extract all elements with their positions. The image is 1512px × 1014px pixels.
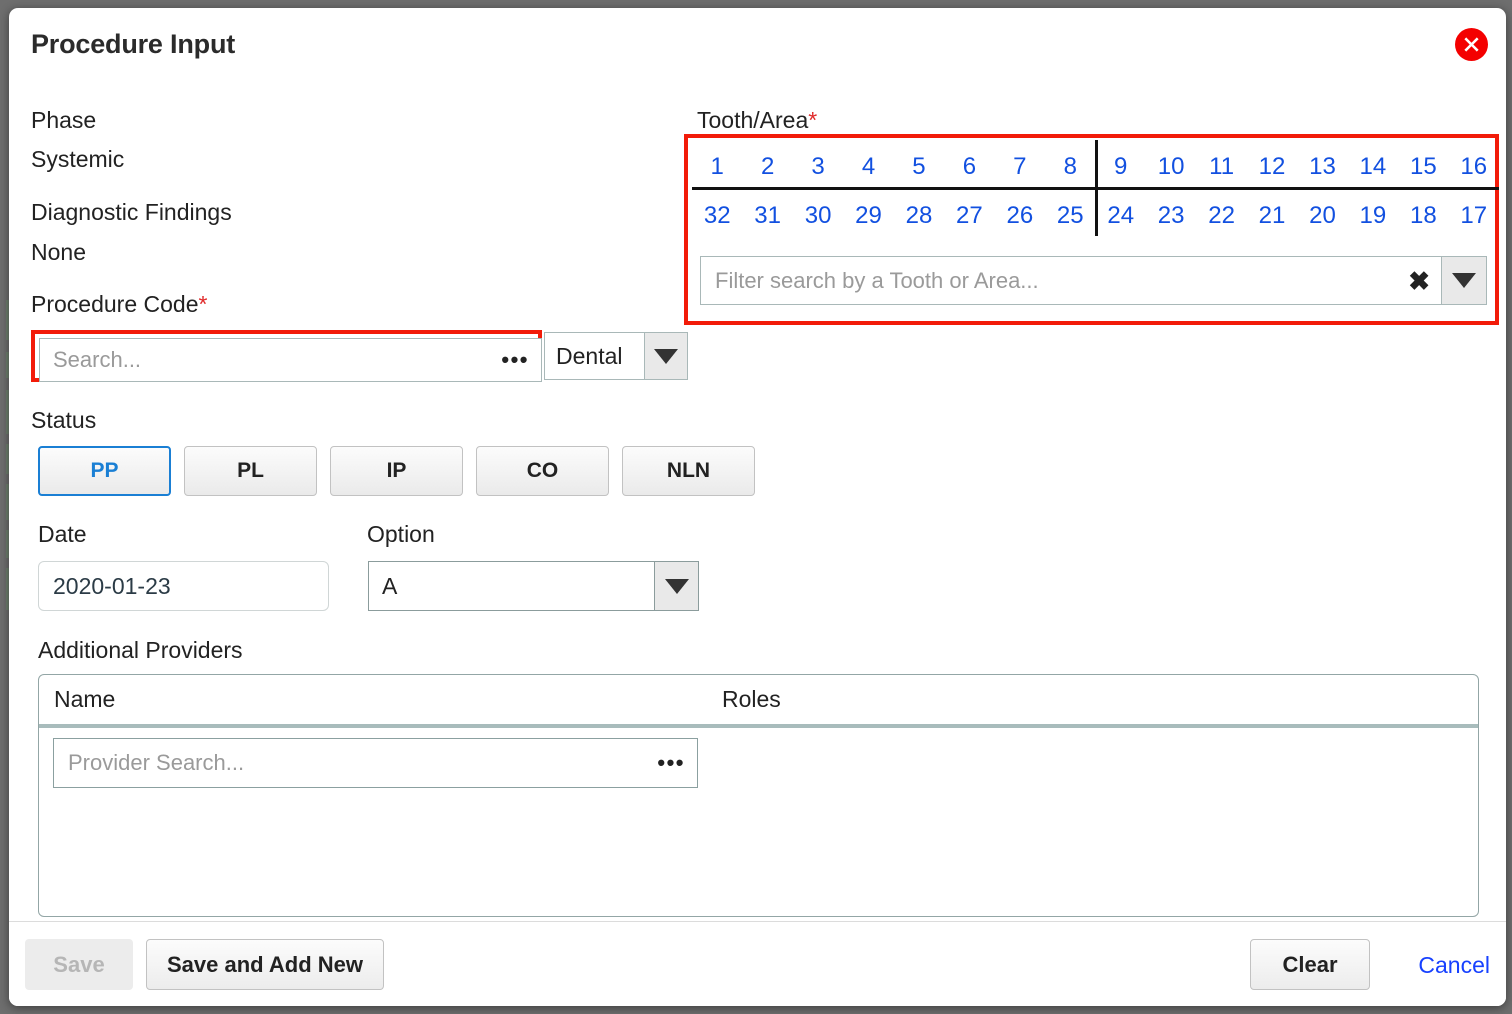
table-header-row: Name Roles bbox=[39, 675, 1478, 728]
tooth-20[interactable]: 20 bbox=[1297, 193, 1347, 239]
tooth-area-label: Tooth/Area* bbox=[697, 109, 817, 132]
tooth-chart-vertical-divider bbox=[1095, 140, 1098, 236]
tooth-14[interactable]: 14 bbox=[1348, 144, 1398, 190]
procedure-code-row: Search... ••• Dental bbox=[31, 330, 692, 382]
tooth-17[interactable]: 17 bbox=[1449, 193, 1499, 239]
procedure-code-placeholder: Search... bbox=[53, 347, 142, 372]
tooth-area-highlight: 1 2 3 4 5 6 7 8 9 10 11 12 13 14 15 16 3… bbox=[684, 134, 1499, 325]
status-button-pl[interactable]: PL bbox=[184, 446, 317, 496]
clear-button[interactable]: Clear bbox=[1250, 939, 1370, 990]
required-asterisk: * bbox=[198, 291, 208, 317]
provider-search-placeholder: Provider Search... bbox=[68, 750, 245, 775]
tooth-29[interactable]: 29 bbox=[843, 193, 893, 239]
tooth-24[interactable]: 24 bbox=[1096, 193, 1146, 239]
phase-value: Systemic bbox=[31, 146, 125, 172]
tooth-quadrant-lower-right: 32 31 30 29 28 27 26 25 bbox=[692, 193, 1096, 239]
tooth-10[interactable]: 10 bbox=[1146, 144, 1196, 190]
procedure-code-highlight: Search... ••• bbox=[31, 330, 542, 382]
dialog-title: Procedure Input bbox=[31, 29, 236, 59]
close-icon[interactable] bbox=[1455, 28, 1488, 61]
tooth-9[interactable]: 9 bbox=[1096, 144, 1146, 190]
procedure-code-lookup-icon[interactable]: ••• bbox=[501, 349, 529, 371]
procedure-code-search-input[interactable]: Search... ••• bbox=[39, 338, 542, 382]
phase-label: Phase bbox=[31, 107, 97, 133]
tooth-30[interactable]: 30 bbox=[793, 193, 843, 239]
clear-icon[interactable]: ✖ bbox=[1408, 268, 1430, 294]
tooth-32[interactable]: 32 bbox=[692, 193, 742, 239]
status-button-ip[interactable]: IP bbox=[330, 446, 463, 496]
status-button-pp[interactable]: PP bbox=[38, 446, 171, 496]
column-header-roles: Roles bbox=[722, 686, 781, 712]
date-value: 2020-01-23 bbox=[53, 572, 171, 599]
tooth-19[interactable]: 19 bbox=[1348, 193, 1398, 239]
tooth-31[interactable]: 31 bbox=[742, 193, 792, 239]
cancel-link[interactable]: Cancel bbox=[1418, 952, 1490, 979]
tooth-28[interactable]: 28 bbox=[894, 193, 944, 239]
tooth-3[interactable]: 3 bbox=[793, 144, 843, 190]
additional-providers-label: Additional Providers bbox=[38, 637, 243, 663]
chevron-down-icon[interactable] bbox=[655, 561, 699, 611]
tooth-filter-input[interactable]: Filter search by a Tooth or Area... ✖ bbox=[700, 256, 1487, 305]
tooth-4[interactable]: 4 bbox=[843, 144, 893, 190]
tooth-11[interactable]: 11 bbox=[1196, 144, 1246, 190]
tooth-12[interactable]: 12 bbox=[1247, 144, 1297, 190]
additional-providers-table: Name Roles Provider Search... ••• bbox=[38, 674, 1479, 917]
save-button[interactable]: Save bbox=[25, 939, 133, 990]
procedure-code-label: Procedure Code* bbox=[31, 293, 207, 316]
tooth-quadrant-upper-right: 1 2 3 4 5 6 7 8 bbox=[692, 144, 1096, 190]
status-label: Status bbox=[31, 407, 97, 433]
tooth-15[interactable]: 15 bbox=[1398, 144, 1448, 190]
tooth-1[interactable]: 1 bbox=[692, 144, 742, 190]
diagnostic-findings-label: Diagnostic Findings bbox=[31, 199, 232, 225]
tooth-5[interactable]: 5 bbox=[894, 144, 944, 190]
chevron-down-icon[interactable] bbox=[1441, 257, 1486, 304]
tooth-7[interactable]: 7 bbox=[995, 144, 1045, 190]
tooth-26[interactable]: 26 bbox=[995, 193, 1045, 239]
date-field[interactable]: 2020-01-23 bbox=[38, 561, 329, 611]
option-label: Option bbox=[367, 521, 435, 547]
date-label: Date bbox=[38, 521, 87, 547]
dialog-footer: Save Save and Add New Clear Cancel bbox=[9, 921, 1506, 1006]
tooth-filter-placeholder: Filter search by a Tooth or Area... bbox=[715, 267, 1039, 293]
status-button-nln[interactable]: NLN bbox=[622, 446, 755, 496]
provider-search-input[interactable]: Provider Search... ••• bbox=[53, 738, 698, 788]
provider-lookup-icon[interactable]: ••• bbox=[657, 752, 685, 774]
status-button-group: PP PL IP CO NLN bbox=[38, 446, 755, 496]
tooth-16[interactable]: 16 bbox=[1449, 144, 1499, 190]
tooth-13[interactable]: 13 bbox=[1297, 144, 1347, 190]
tooth-8[interactable]: 8 bbox=[1045, 144, 1095, 190]
tooth-25[interactable]: 25 bbox=[1045, 193, 1095, 239]
procedure-code-type-value: Dental bbox=[556, 342, 623, 369]
diagnostic-findings-value: None bbox=[31, 239, 86, 265]
tooth-6[interactable]: 6 bbox=[944, 144, 994, 190]
chevron-down-icon[interactable] bbox=[644, 332, 688, 380]
required-asterisk: * bbox=[808, 107, 818, 133]
save-and-add-new-button[interactable]: Save and Add New bbox=[146, 939, 384, 990]
tooth-2[interactable]: 2 bbox=[742, 144, 792, 190]
procedure-input-dialog: Procedure Input Phase Systemic Diagnosti… bbox=[9, 8, 1506, 1006]
tooth-23[interactable]: 23 bbox=[1146, 193, 1196, 239]
tooth-22[interactable]: 22 bbox=[1196, 193, 1246, 239]
tooth-18[interactable]: 18 bbox=[1398, 193, 1448, 239]
option-value: A bbox=[382, 572, 398, 599]
tooth-quadrant-upper-left: 9 10 11 12 13 14 15 16 bbox=[1096, 144, 1500, 190]
column-header-name: Name bbox=[54, 686, 116, 712]
option-select[interactable]: A bbox=[368, 561, 655, 611]
tooth-area-label-text: Tooth/Area bbox=[697, 107, 809, 133]
procedure-code-type-select[interactable]: Dental bbox=[544, 332, 644, 380]
tooth-quadrant-lower-left: 24 23 22 21 20 19 18 17 bbox=[1096, 193, 1500, 239]
status-button-co[interactable]: CO bbox=[476, 446, 609, 496]
procedure-code-label-text: Procedure Code bbox=[31, 291, 199, 317]
tooth-27[interactable]: 27 bbox=[944, 193, 994, 239]
tooth-21[interactable]: 21 bbox=[1247, 193, 1297, 239]
